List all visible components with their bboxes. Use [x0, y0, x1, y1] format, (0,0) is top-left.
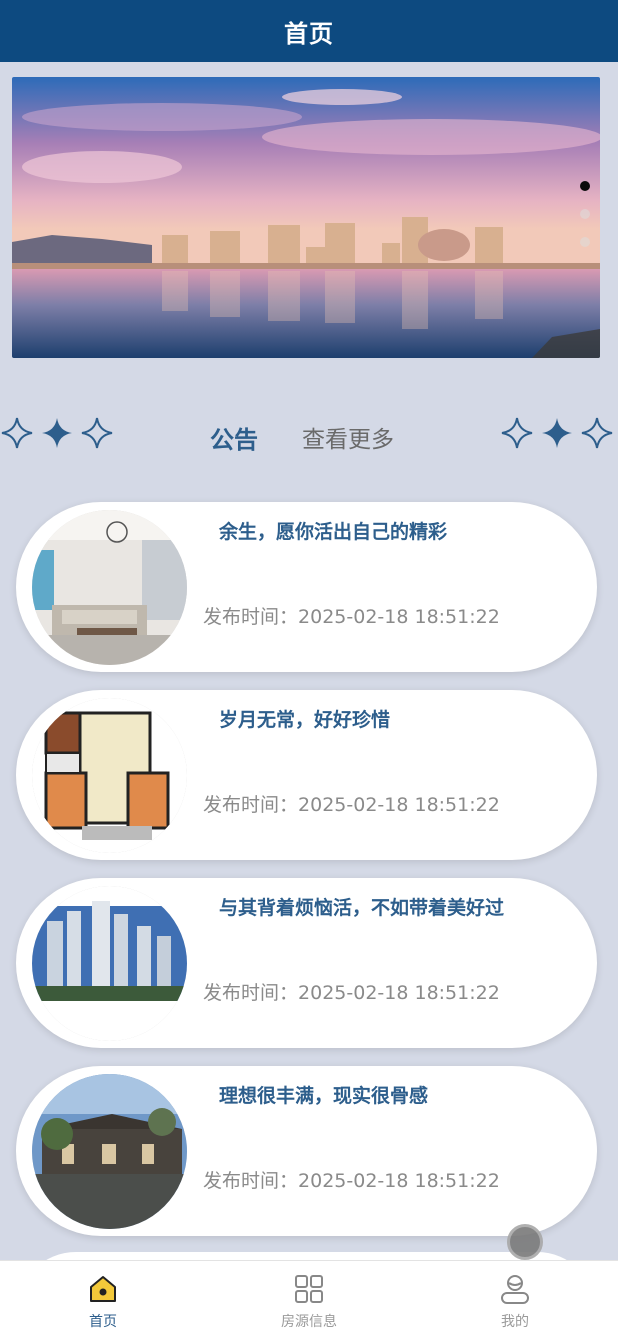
- notice-title: 公告: [210, 426, 258, 454]
- floating-action-button[interactable]: [507, 1224, 543, 1260]
- banner-carousel[interactable]: [12, 77, 600, 358]
- decorative-stars-left: [0, 416, 114, 450]
- home-icon: [90, 1276, 116, 1302]
- sparkle-icon: [501, 417, 533, 449]
- article-thumbnail-living-room: [32, 510, 187, 665]
- article-title: 理想很丰满，现实很骨感: [219, 1085, 429, 1107]
- article-time: 发布时间：2025-02-18 18:51:22: [203, 794, 500, 816]
- sparkle-icon: [81, 417, 113, 449]
- tab-home[interactable]: 首页: [0, 1261, 206, 1342]
- article-thumbnail-high-rise: [32, 886, 187, 1041]
- bottom-tab-bar: 首页 房源信息 我的: [0, 1260, 618, 1342]
- grid-icon: [295, 1275, 323, 1303]
- article-card[interactable]: 余生，愿你活出自己的精彩 发布时间：2025-02-18 18:51:22: [16, 502, 597, 672]
- article-card[interactable]: 岁月无常，好好珍惜 发布时间：2025-02-18 18:51:22: [16, 690, 597, 860]
- sparkle-icon: [581, 417, 613, 449]
- article-title: 岁月无常，好好珍惜: [219, 709, 391, 731]
- view-more-link[interactable]: 查看更多: [302, 420, 394, 454]
- carousel-dot-active[interactable]: [580, 181, 590, 191]
- sparkle-icon: [542, 418, 572, 448]
- carousel-dot[interactable]: [580, 209, 590, 219]
- article-card[interactable]: 理想很丰满，现实很骨感 发布时间：2025-02-18 18:51:22: [16, 1066, 597, 1236]
- tab-label: 房源信息: [281, 1314, 337, 1330]
- user-icon: [501, 1275, 529, 1304]
- notice-section-header: 公告 查看更多: [0, 410, 618, 464]
- article-thumbnail-floor-plan: [32, 698, 187, 853]
- sparkle-icon: [1, 417, 33, 449]
- tab-label: 我的: [501, 1314, 529, 1330]
- article-card[interactable]: 与其背着烦恼活，不如带着美好过 发布时间：2025-02-18 18:51:22: [16, 878, 597, 1048]
- article-time: 发布时间：2025-02-18 18:51:22: [203, 606, 500, 628]
- top-navbar: 首页: [0, 0, 618, 62]
- tab-profile[interactable]: 我的: [412, 1261, 618, 1342]
- article-title: 与其背着烦恼活，不如带着美好过: [219, 897, 505, 919]
- article-time: 发布时间：2025-02-18 18:51:22: [203, 1170, 500, 1192]
- page-title: 首页: [284, 19, 334, 48]
- article-thumbnail-courtyard: [32, 1074, 187, 1229]
- tab-listings[interactable]: 房源信息: [206, 1261, 412, 1342]
- tab-label: 首页: [89, 1314, 117, 1330]
- banner-image: [12, 77, 600, 358]
- carousel-dot[interactable]: [580, 237, 590, 247]
- article-title: 余生，愿你活出自己的精彩: [219, 521, 448, 543]
- carousel-indicators: [580, 181, 590, 247]
- article-time: 发布时间：2025-02-18 18:51:22: [203, 982, 500, 1004]
- decorative-stars-right: [500, 416, 614, 450]
- sparkle-icon: [42, 418, 72, 448]
